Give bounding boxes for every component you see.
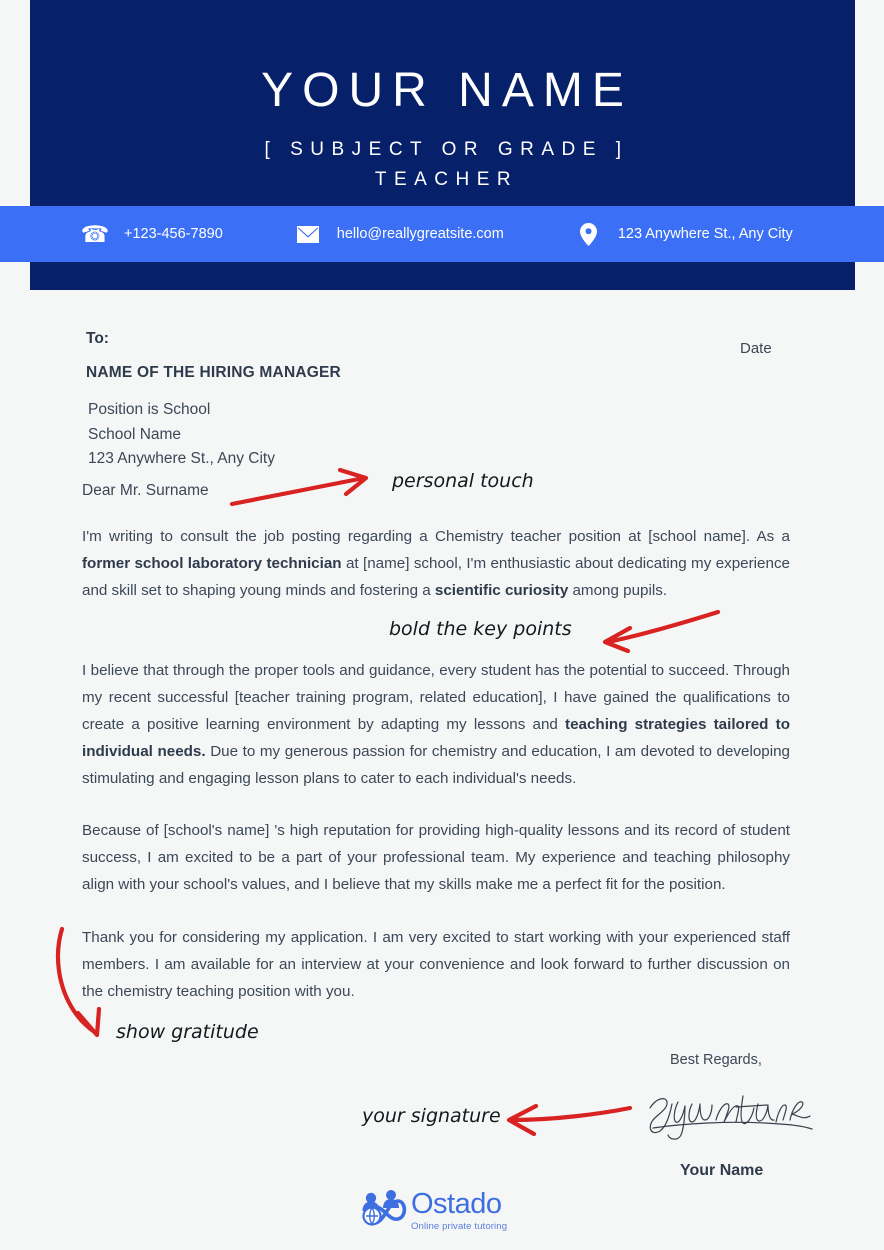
annotation-personal-touch: personal touch <box>392 470 534 492</box>
contact-bar: ☎ +123-456-7890 hello@reallygreatsite.co… <box>0 206 884 262</box>
subject-subtitle: [ SUBJECT OR GRADE ] <box>264 139 629 161</box>
annotation-arrow-personal-touch <box>228 467 378 519</box>
ostado-logo-name: Ostado <box>411 1188 502 1221</box>
emphasized-text: former school laboratory technician <box>82 555 342 572</box>
annotation-arrow-show-gratitude <box>52 925 112 1046</box>
body-paragraph: Because of [school's name] 's high reput… <box>82 817 790 898</box>
signer-name: Your Name <box>680 1162 764 1179</box>
date-label: Date <box>740 340 772 357</box>
annotation-arrow-your-signature <box>504 1096 634 1141</box>
contact-phone-value: +123-456-7890 <box>124 226 223 242</box>
envelope-icon <box>295 221 321 247</box>
recipient-name: NAME OF THE HIRING MANAGER <box>86 364 341 381</box>
contact-phone[interactable]: ☎ +123-456-7890 <box>80 220 223 247</box>
address-line: Position is School <box>88 401 211 418</box>
body-paragraph: I'm writing to consult the job posting r… <box>82 523 790 604</box>
contact-address[interactable]: 123 Anywhere St., Any City <box>576 221 793 247</box>
map-pin-icon <box>576 221 602 247</box>
paragraph-text: among pupils. <box>568 582 668 599</box>
ostado-logo-mark-icon <box>358 1187 410 1236</box>
signature-image <box>640 1080 820 1142</box>
page-title: YOUR NAME <box>261 64 633 117</box>
address-line: School Name <box>88 425 182 443</box>
emphasized-text: scientific curiosity <box>434 582 569 599</box>
annotation-show-gratitude: show gratitude <box>116 1021 259 1043</box>
ostado-logo-text: Ostado Online private tutoring <box>411 1190 507 1232</box>
paragraph-text: I'm writing to consult the job posting r… <box>82 528 790 545</box>
annotation-arrow-bold-key-points <box>600 608 722 659</box>
contact-address-value: 123 Anywhere St., Any City <box>617 226 793 242</box>
ostado-logo[interactable]: Ostado Online private tutoring <box>358 1188 528 1234</box>
to-label: To: <box>86 330 109 347</box>
ostado-logo-tagline: Online private tutoring <box>411 1221 508 1233</box>
annotation-your-signature: your signature <box>362 1105 501 1127</box>
role-subtitle: TEACHER <box>374 169 519 191</box>
annotation-bold-key-points: bold the key points <box>389 618 572 640</box>
salutation: Dear Mr. Surname <box>82 482 209 499</box>
body-paragraph: Thank you for considering my application… <box>82 924 790 1005</box>
paragraph-text: Thank you for considering my application… <box>82 929 790 1000</box>
recipient-address: Position is School School Name 123 Anywh… <box>88 398 275 472</box>
body-paragraph: I believe that through the proper tools … <box>82 657 790 792</box>
paragraph-text: Because of [school's name] 's high reput… <box>82 822 790 893</box>
letterhead-title-group: YOUR NAME [ SUBJECT OR GRADE ] TEACHER <box>30 0 855 191</box>
contact-email[interactable]: hello@reallygreatsite.com <box>295 221 504 247</box>
contact-email-value: hello@reallygreatsite.com <box>336 226 504 242</box>
phone-icon: ☎ <box>80 220 110 247</box>
closing-line: Best Regards, <box>670 1052 762 1068</box>
